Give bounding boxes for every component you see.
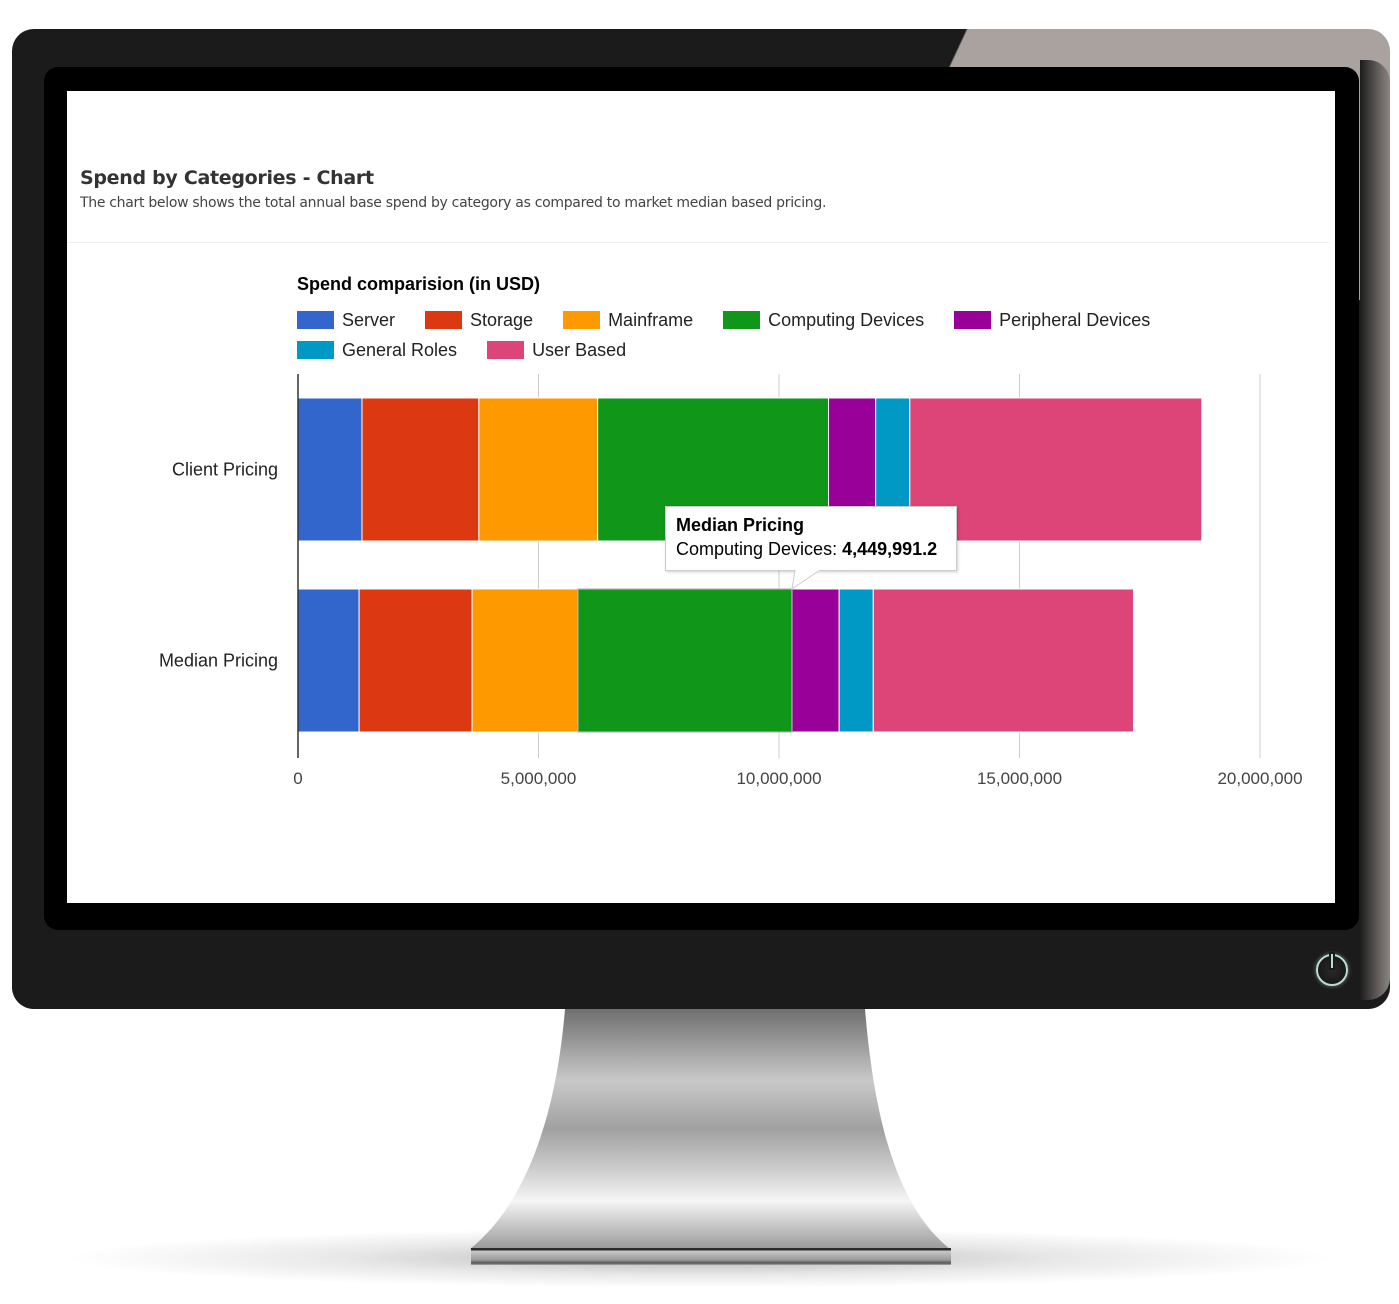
- stacked-bar-chart: Client Pricing Median Pricing 0 5,000,000 10…: [159, 374, 1303, 788]
- x-tick-label: 10,000,000: [736, 769, 821, 788]
- screen: Spend by Categories - Chart The chart be…: [67, 91, 1335, 903]
- bar-segment-median-pricing-mainframe[interactable]: [471, 588, 579, 733]
- bar-segment-client-pricing-storage[interactable]: [361, 397, 480, 542]
- bar-segment-client-pricing-mainframe[interactable]: [478, 397, 599, 542]
- category-label-client-pricing: Client Pricing: [172, 460, 278, 480]
- tooltip-label: Computing Devices:: [676, 539, 843, 559]
- tooltip-value: 4,449,991.2: [842, 539, 938, 559]
- chart-tooltip: Median Pricing Computing Devices: 4,449,…: [665, 506, 957, 571]
- category-label-median-pricing: Median Pricing: [159, 651, 278, 671]
- x-tick-label: 0: [293, 769, 302, 788]
- bar-segment-client-pricing-server[interactable]: [297, 397, 363, 542]
- bar-segment-median-pricing-general-roles[interactable]: [838, 588, 874, 733]
- x-tick-label: 15,000,000: [977, 769, 1062, 788]
- bar-segment-median-pricing-storage[interactable]: [358, 588, 473, 733]
- monitor-stand-neck: [470, 1009, 950, 1249]
- tooltip-line: Computing Devices: 4,449,991.2: [676, 539, 946, 560]
- bar-segment-median-pricing-server[interactable]: [297, 588, 360, 733]
- power-icon[interactable]: [1316, 954, 1348, 986]
- bar-segment-median-pricing-user-based[interactable]: [872, 588, 1134, 733]
- tooltip-pointer: [791, 569, 821, 591]
- monitor-bezel-edge: [1360, 60, 1390, 1000]
- bar-segment-median-pricing-peripheral-devices[interactable]: [791, 588, 840, 733]
- bar-segment-median-pricing-computing-devices[interactable]: [577, 588, 793, 733]
- x-tick-label: 5,000,000: [501, 769, 577, 788]
- x-tick-label: 20,000,000: [1217, 769, 1302, 788]
- monitor-stand-base: [471, 1248, 951, 1265]
- tooltip-title: Median Pricing: [676, 515, 805, 535]
